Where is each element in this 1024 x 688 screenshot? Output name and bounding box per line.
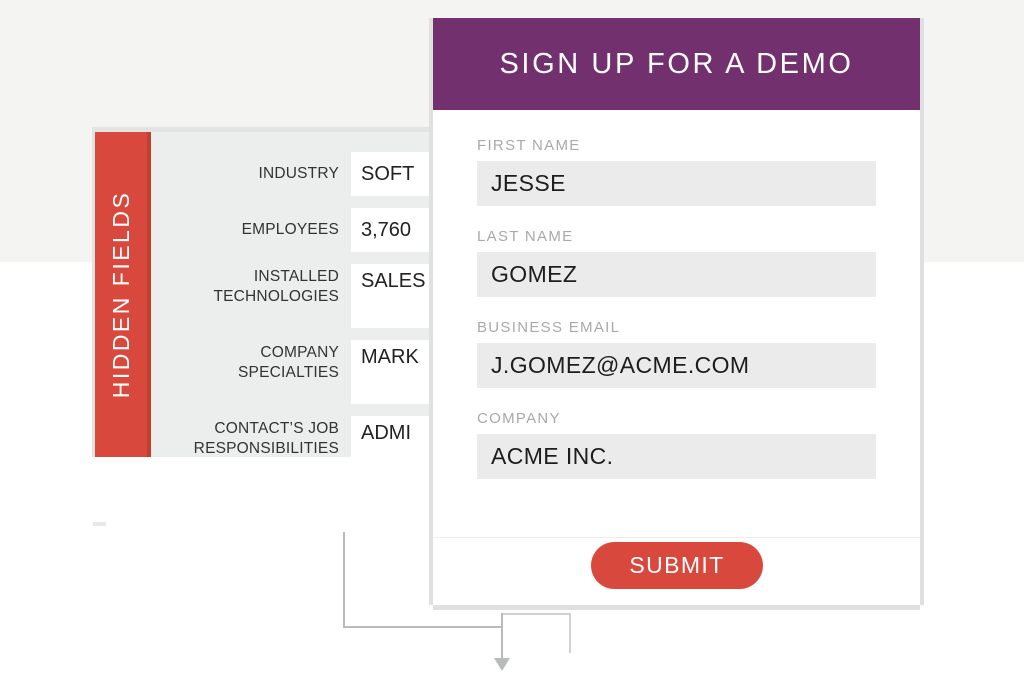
hidden-fields-tab-label: HIDDEN FIELDS — [108, 190, 134, 399]
hidden-field-label: EMPLOYEES — [241, 221, 339, 238]
field-last-name: LAST NAME GOMEZ — [477, 228, 876, 297]
hidden-field-label-line2: TECHNOLOGIES — [213, 288, 339, 305]
hidden-field-label: COMPANY SPECIALTIES — [151, 340, 351, 383]
hidden-fields-rows: INDUSTRY SOFT EMPLOYEES 3,760 INSTALLED … — [151, 132, 443, 473]
first-name-input[interactable]: JESSE — [477, 161, 876, 206]
hidden-field-label: INDUSTRY — [258, 165, 339, 182]
field-label-last-name: LAST NAME — [477, 228, 574, 245]
signup-form-card: SIGN UP FOR A DEMO FIRST NAME JESSE LAST… — [433, 18, 920, 605]
signup-form-header: SIGN UP FOR A DEMO — [433, 18, 920, 110]
marketing-platform-logos: elqua ™ Marketo ™ sale — [0, 612, 1024, 688]
hidden-field-row: INSTALLED TECHNOLOGIES SALES — [151, 264, 443, 328]
hidden-field-label-line2: RESPONSIBILITIES — [193, 440, 339, 457]
hidden-field-label-line2: SPECIALTIES — [238, 364, 339, 381]
signup-form-body: FIRST NAME JESSE LAST NAME GOMEZ BUSINES… — [433, 110, 920, 479]
business-email-input[interactable]: J.GOMEZ@ACME.COM — [477, 343, 876, 388]
field-label-company: COMPANY — [477, 410, 561, 427]
hidden-field-label-line1: INSTALLED — [253, 268, 339, 285]
field-label-business-email: BUSINESS EMAIL — [477, 319, 621, 336]
hidden-field-input[interactable]: SALES — [351, 264, 443, 328]
field-company: COMPANY ACME INC. — [477, 410, 876, 479]
hidden-field-input[interactable]: MARK — [351, 340, 443, 404]
hidden-field-input[interactable]: 3,760 — [351, 208, 443, 252]
field-label-first-name: FIRST NAME — [477, 137, 581, 154]
hidden-fields-tab-edge — [147, 132, 151, 457]
field-first-name: FIRST NAME JESSE — [477, 137, 876, 206]
hidden-fields-tab: HIDDEN FIELDS — [95, 132, 151, 457]
submit-button[interactable]: SUBMIT — [591, 542, 763, 589]
hidden-field-row: CONTACT’S JOB RESPONSIBILITIES ADMI — [151, 416, 443, 480]
hidden-field-label-line1: CONTACT’S JOB — [214, 420, 339, 437]
hidden-field-label: INSTALLED TECHNOLOGIES — [151, 264, 351, 307]
field-business-email: BUSINESS EMAIL J.GOMEZ@ACME.COM — [477, 319, 876, 388]
screenshot-stage: HIDDEN FIELDS INDUSTRY SOFT EMPLOYEES 3,… — [0, 0, 1024, 688]
form-divider — [433, 537, 920, 538]
hidden-field-input[interactable]: SOFT — [351, 152, 443, 196]
last-name-input[interactable]: GOMEZ — [477, 252, 876, 297]
hidden-field-row: EMPLOYEES 3,760 — [151, 208, 443, 252]
hidden-field-input[interactable]: ADMI — [351, 416, 443, 473]
connector-dash-mark — [93, 522, 106, 526]
hidden-fields-panel: HIDDEN FIELDS INDUSTRY SOFT EMPLOYEES 3,… — [92, 127, 446, 473]
company-input[interactable]: ACME INC. — [477, 434, 876, 479]
hidden-field-row: INDUSTRY SOFT — [151, 152, 443, 196]
hidden-field-label: CONTACT’S JOB RESPONSIBILITIES — [151, 416, 351, 459]
page-title: SIGN UP FOR A DEMO — [499, 47, 854, 80]
hidden-field-label-line1: COMPANY — [260, 344, 339, 361]
hidden-field-row: COMPANY SPECIALTIES MARK — [151, 340, 443, 404]
